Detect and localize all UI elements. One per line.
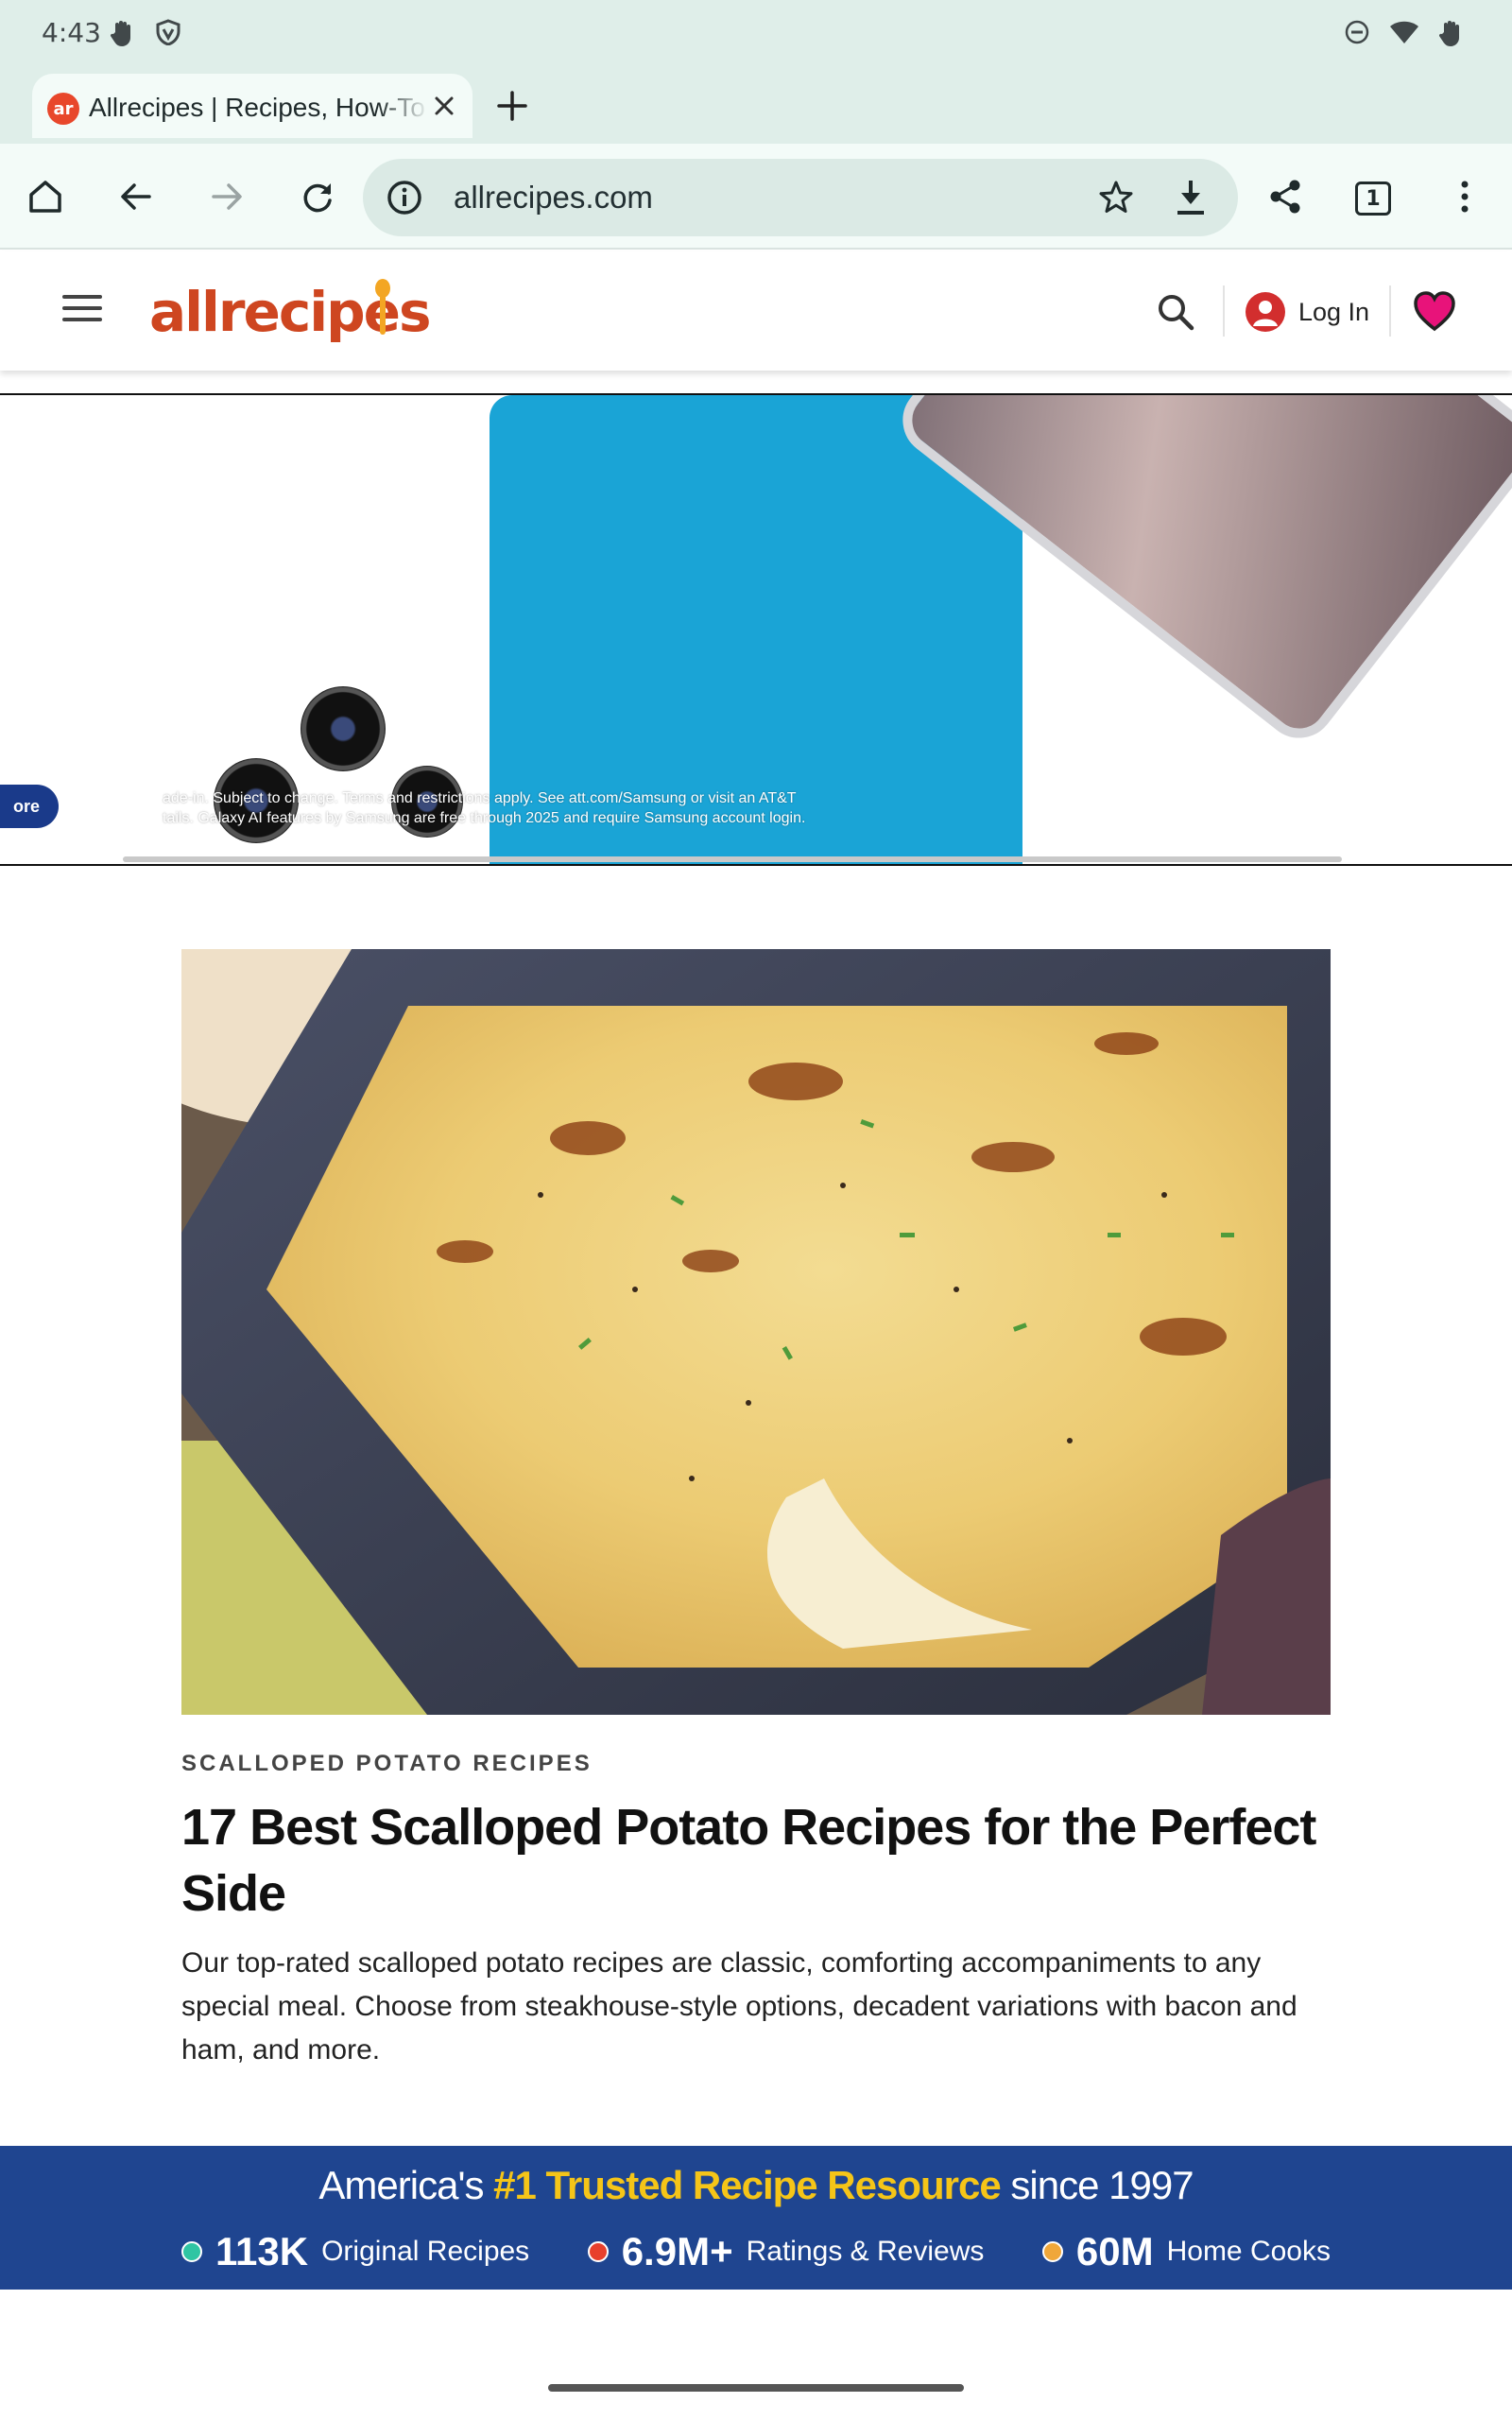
banner-tagline: America's #1 Trusted Recipe Resource sin… <box>0 2163 1512 2208</box>
hand-icon <box>110 21 130 46</box>
advertisement[interactable]: ore ade-in. Subject to change. Terms and… <box>0 393 1512 866</box>
home-icon <box>29 181 61 213</box>
stat-number: 60M <box>1075 2229 1154 2273</box>
favicon-icon: ar <box>47 93 79 125</box>
banner-prefix: America's <box>318 2163 484 2207</box>
reload-button[interactable] <box>291 170 344 223</box>
back-button[interactable] <box>110 170 163 223</box>
spoon-logo-icon <box>375 279 390 335</box>
stat-original-recipes: 113K Original Recipes <box>181 2229 529 2274</box>
ad-disclaimer-line: ade-in. Subject to change. Terms and res… <box>163 790 797 806</box>
back-icon <box>121 183 151 210</box>
stat-ratings-reviews: 6.9M+ Ratings & Reviews <box>587 2229 985 2274</box>
stat-home-cooks: 60M Home Cooks <box>1041 2229 1331 2274</box>
ad-disclaimer-line: tails. Galaxy AI features by Samsung are… <box>163 810 806 826</box>
browser-tab[interactable]: ar Allrecipes | Recipes, How-To <box>32 74 472 138</box>
reload-icon <box>303 183 332 213</box>
info-icon[interactable] <box>386 179 423 216</box>
home-button[interactable] <box>19 170 72 223</box>
tab-switcher-button[interactable]: 1 <box>1355 182 1391 216</box>
header-divider <box>1223 285 1225 337</box>
banner-highlight: #1 Trusted Recipe Resource <box>493 2163 1002 2207</box>
login-label: Log In <box>1298 297 1370 326</box>
browser-toolbar: allrecipes.com 1 <box>0 144 1512 250</box>
status-bar: 4:43 <box>0 0 1512 68</box>
star-icon[interactable] <box>1096 178 1136 217</box>
header-divider <box>1389 285 1391 337</box>
teal-dot-icon <box>181 2241 202 2262</box>
stat-number: 6.9M+ <box>621 2229 733 2273</box>
article-hero-image[interactable] <box>181 949 1331 1715</box>
menu-icon <box>1461 181 1469 213</box>
download-icon[interactable] <box>1170 176 1211 219</box>
battery-icon <box>1438 21 1459 46</box>
trust-banner: America's #1 Trusted Recipe Resource sin… <box>0 2146 1512 2290</box>
new-tab-icon[interactable] <box>491 85 533 127</box>
stat-label: Home Cooks <box>1166 2236 1331 2267</box>
site-header: allrecipes Log In <box>0 251 1512 371</box>
gesture-navigation-bar[interactable] <box>548 2384 964 2392</box>
ad-disclaimer: ade-in. Subject to change. Terms and res… <box>163 788 937 828</box>
ad-more-button[interactable]: ore <box>0 785 59 828</box>
share-button[interactable] <box>1259 170 1312 223</box>
stat-label: Ratings & Reviews <box>746 2236 985 2267</box>
login-button[interactable]: Log In <box>1246 289 1369 335</box>
site-menu-icon[interactable] <box>62 295 102 325</box>
camera-lens-icon <box>301 686 386 771</box>
article-headline[interactable]: 17 Best Scalloped Potato Recipes for the… <box>181 1794 1344 1927</box>
share-icon <box>1270 180 1300 214</box>
stat-number: 113K <box>215 2229 309 2273</box>
shield-icon <box>156 19 180 45</box>
article-category-link[interactable]: SCALLOPED POTATO RECIPES <box>181 1751 593 1777</box>
tab-strip: ar Allrecipes | Recipes, How-To <box>0 68 1512 144</box>
url-text[interactable]: allrecipes.com <box>454 180 653 216</box>
close-icon[interactable] <box>427 89 461 123</box>
status-time: 4:43 <box>42 17 101 48</box>
banner-suffix: since 1997 <box>1010 2163 1194 2207</box>
wifi-icon <box>1390 21 1418 43</box>
do-not-disturb-icon <box>1345 20 1369 44</box>
article-description: Our top-rated scalloped potato recipes a… <box>181 1947 1297 2066</box>
menu-button[interactable] <box>1438 170 1491 223</box>
red-dot-icon <box>587 2241 609 2262</box>
saved-heart-icon[interactable] <box>1412 289 1457 333</box>
tab-title: Allrecipes | Recipes, How-To <box>89 93 425 122</box>
stat-label: Original Recipes <box>321 2236 530 2267</box>
orange-dot-icon <box>1041 2241 1063 2262</box>
address-bar[interactable]: allrecipes.com <box>363 159 1238 236</box>
forward-button[interactable] <box>200 170 253 223</box>
forward-icon <box>212 183 242 210</box>
ad-scrollbar[interactable] <box>123 856 1342 862</box>
search-icon[interactable] <box>1155 291 1196 333</box>
user-avatar-icon <box>1246 292 1285 332</box>
